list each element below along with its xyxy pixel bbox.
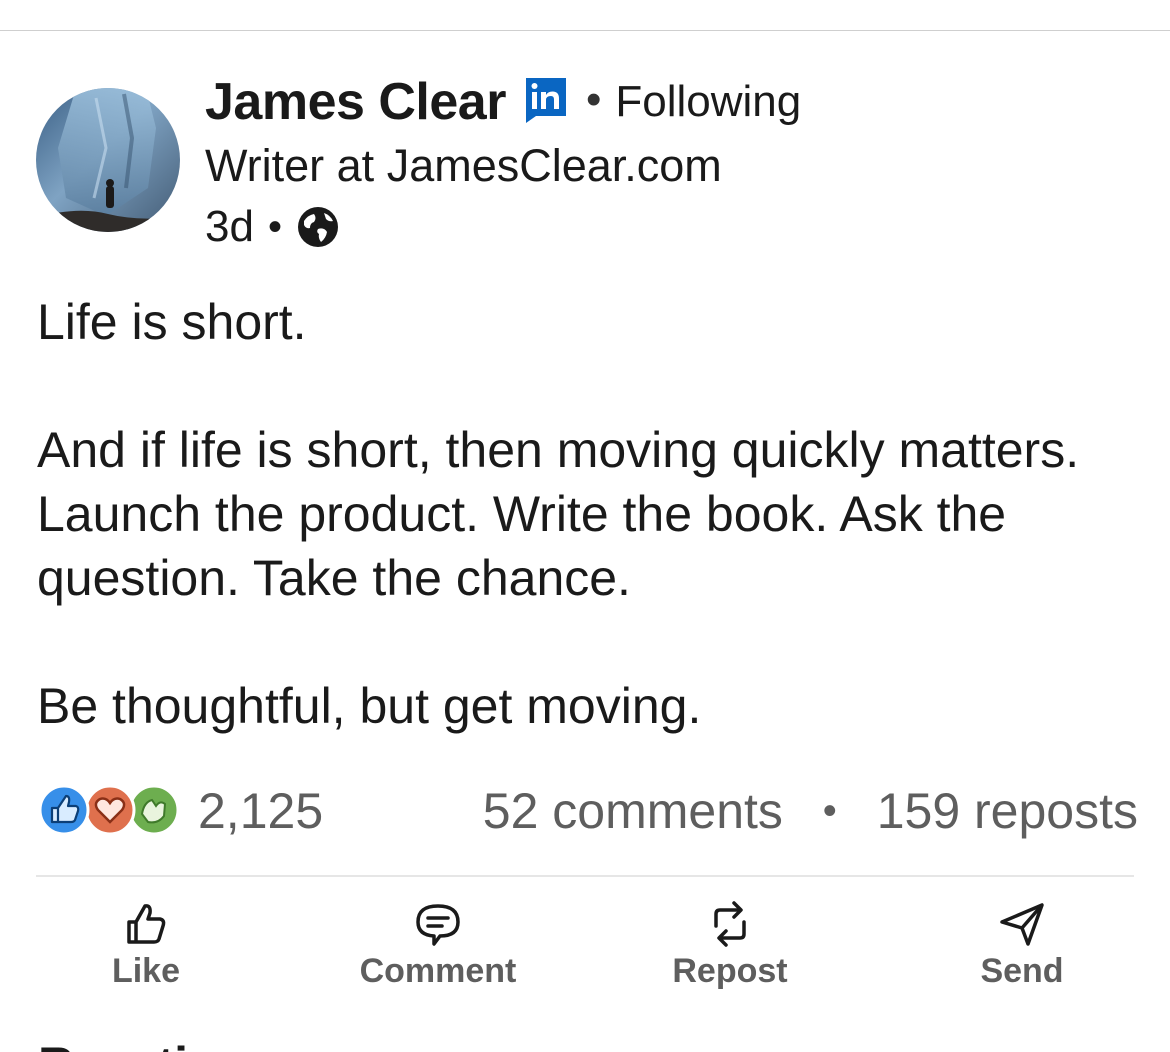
author-headline: Writer at JamesClear.com: [205, 140, 722, 191]
repost-label: Repost: [672, 952, 788, 990]
post-paragraph: Life is short.: [37, 294, 307, 350]
comment-icon: [416, 904, 460, 946]
post-age: 3d: [205, 202, 254, 251]
linkedin-logo-icon: [524, 76, 568, 124]
send-label: Send: [980, 952, 1064, 990]
author-name-row: James Clear • Following: [205, 70, 801, 134]
author-name[interactable]: James Clear: [205, 72, 506, 132]
comment-label: Comment: [359, 952, 517, 990]
post-paragraph: Be thoughtful, but get moving.: [37, 678, 702, 734]
like-button[interactable]: Like: [46, 898, 246, 991]
comments-count[interactable]: 52 comments: [483, 783, 783, 839]
reaction-count[interactable]: 2,125: [198, 782, 323, 840]
send-icon: [1000, 903, 1044, 946]
reactions-section-title: Reactions: [38, 1036, 277, 1052]
reposts-count[interactable]: 159 reposts: [877, 783, 1138, 839]
separator-dot: •: [585, 75, 602, 124]
avatar-image: [36, 88, 180, 232]
separator-dot: •: [822, 789, 837, 833]
top-divider: [0, 30, 1170, 31]
repost-icon: [714, 901, 746, 947]
thumbs-up-icon: [127, 904, 166, 944]
love-reaction-icon: [84, 784, 136, 836]
post-text: Life is short. And if life is short, the…: [37, 290, 1137, 738]
post-meta: 3d •: [205, 202, 340, 252]
reaction-icons-stack[interactable]: [38, 784, 182, 836]
globe-icon: [296, 205, 340, 249]
linkedin-post-screen: James Clear • Following Writer at JamesC…: [0, 0, 1170, 1052]
follow-status[interactable]: Following: [615, 77, 801, 127]
comment-button[interactable]: Comment: [338, 898, 538, 991]
post-paragraph: And if life is short, then moving quickl…: [37, 422, 1080, 606]
author-avatar[interactable]: [36, 88, 180, 232]
separator-dot: •: [267, 204, 282, 249]
like-label: Like: [111, 952, 181, 990]
like-reaction-icon: [38, 784, 90, 836]
celebrate-reaction-icon: [128, 784, 180, 836]
repost-button[interactable]: Repost: [630, 898, 830, 991]
comments-reposts-counts: 52 comments • 159 reposts: [483, 782, 1138, 844]
social-counts: 2,125 52 comments • 159 reposts: [38, 782, 1138, 840]
send-button[interactable]: Send: [922, 898, 1122, 991]
actions-divider: [36, 875, 1134, 877]
